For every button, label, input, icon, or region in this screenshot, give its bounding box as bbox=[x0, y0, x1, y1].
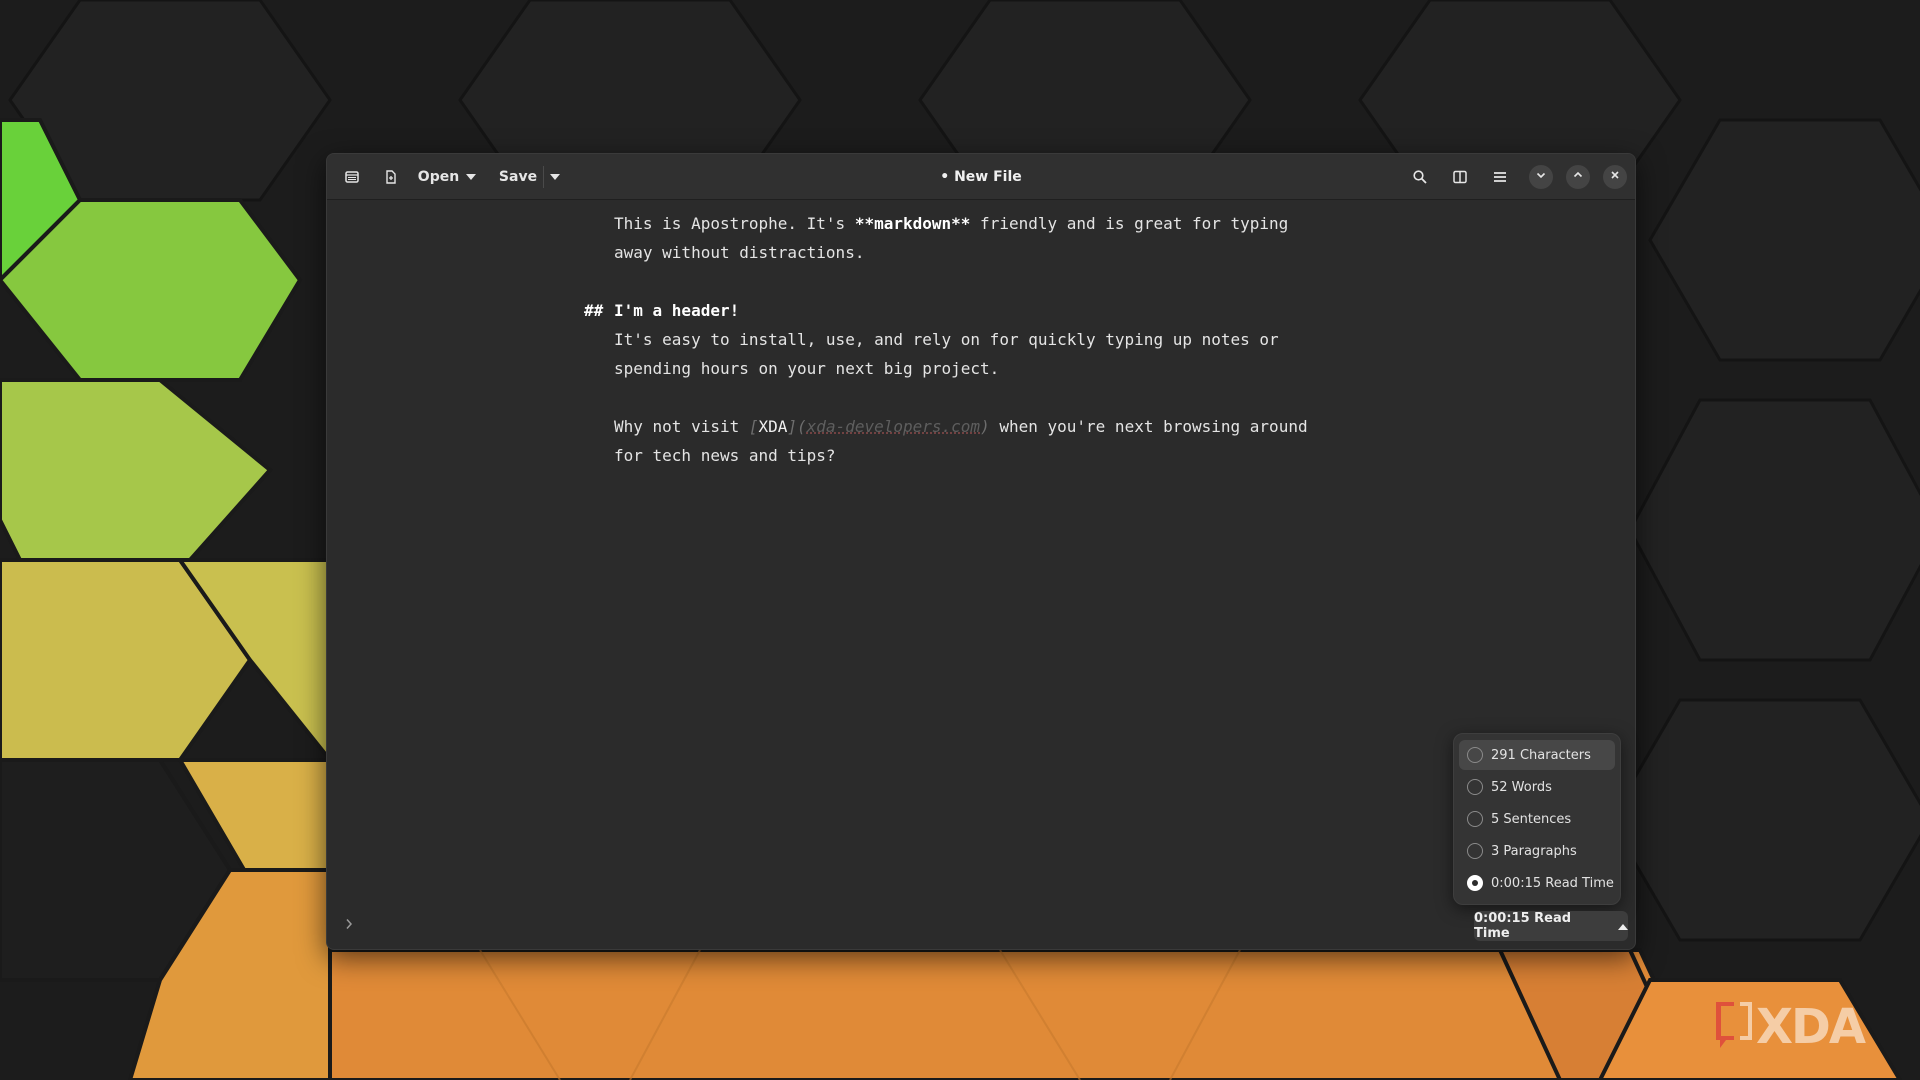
header-text: I'm a header! bbox=[614, 296, 739, 325]
radio-icon bbox=[1467, 779, 1483, 795]
close-button[interactable] bbox=[1603, 165, 1627, 189]
chevron-up-icon bbox=[1618, 919, 1628, 934]
sidebar-icon bbox=[344, 169, 360, 185]
maximize-button[interactable] bbox=[1566, 165, 1590, 189]
radio-icon bbox=[1467, 843, 1483, 859]
minimize-icon bbox=[1535, 168, 1547, 186]
radio-icon bbox=[1467, 811, 1483, 827]
menu-icon bbox=[1492, 169, 1508, 185]
header-marker: ## bbox=[584, 296, 603, 325]
paragraph-2-line-2: spending hours on your next big project. bbox=[614, 354, 999, 383]
stat-option-read-time[interactable]: 0:00:15 Read Time bbox=[1459, 868, 1615, 898]
stats-popover: 291 Characters 52 Words 5 Sentences 3 Pa… bbox=[1453, 733, 1621, 905]
stats-button[interactable]: 0:00:15 Read Time bbox=[1474, 911, 1628, 941]
preview-toggle-button[interactable] bbox=[1445, 162, 1475, 192]
save-options-button[interactable] bbox=[545, 162, 565, 192]
search-button[interactable] bbox=[1405, 162, 1435, 192]
new-file-button[interactable] bbox=[376, 162, 406, 192]
close-icon bbox=[1609, 168, 1621, 186]
apostrophe-window: Open Save • New File bbox=[326, 153, 1636, 950]
search-icon bbox=[1412, 169, 1428, 185]
open-label: Open bbox=[418, 169, 459, 185]
text-editor[interactable]: This is Apostrophe. It's **markdown** fr… bbox=[327, 201, 1635, 901]
open-button[interactable]: Open bbox=[415, 162, 479, 192]
stat-option-paragraphs[interactable]: 3 Paragraphs bbox=[1459, 836, 1615, 866]
expand-bottom-bar-button[interactable] bbox=[339, 915, 359, 937]
paragraph-3-line-1: Why not visit [XDA](xda-developers.com) … bbox=[614, 412, 1308, 441]
paragraph-3-line-2: for tech news and tips? bbox=[614, 441, 836, 470]
paragraph-1-line-1: This is Apostrophe. It's **markdown** fr… bbox=[614, 209, 1288, 238]
split-view-icon bbox=[1452, 169, 1468, 185]
paragraph-2-line-1: It's easy to install, use, and rely on f… bbox=[614, 325, 1279, 354]
stat-option-characters[interactable]: 291 Characters bbox=[1459, 740, 1615, 770]
paragraph-1-line-2: away without distractions. bbox=[614, 238, 864, 267]
headerbar: Open Save • New File bbox=[327, 154, 1635, 200]
stats-button-label: 0:00:15 Read Time bbox=[1474, 911, 1610, 941]
minimize-button[interactable] bbox=[1529, 165, 1553, 189]
chevron-right-icon bbox=[345, 917, 353, 935]
sidebar-toggle-button[interactable] bbox=[337, 162, 367, 192]
stat-option-words[interactable]: 52 Words bbox=[1459, 772, 1615, 802]
save-split-divider bbox=[543, 166, 544, 188]
maximize-icon bbox=[1572, 168, 1584, 186]
xda-logo-icon bbox=[1712, 996, 1756, 1057]
stat-option-sentences[interactable]: 5 Sentences bbox=[1459, 804, 1615, 834]
chevron-down-icon bbox=[466, 174, 476, 180]
link-url: xda-developers.com bbox=[807, 417, 980, 436]
bold-text: markdown bbox=[874, 214, 951, 233]
radio-icon bbox=[1467, 747, 1483, 763]
save-label: Save bbox=[499, 169, 537, 185]
new-file-icon bbox=[383, 169, 399, 185]
xda-watermark: XDA bbox=[1712, 996, 1864, 1057]
watermark-text: XDA bbox=[1756, 999, 1864, 1055]
chevron-down-icon bbox=[550, 174, 560, 180]
save-button[interactable]: Save bbox=[495, 162, 541, 192]
main-menu-button[interactable] bbox=[1485, 162, 1515, 192]
link-text: XDA bbox=[759, 417, 788, 436]
radio-selected-icon bbox=[1467, 875, 1483, 891]
